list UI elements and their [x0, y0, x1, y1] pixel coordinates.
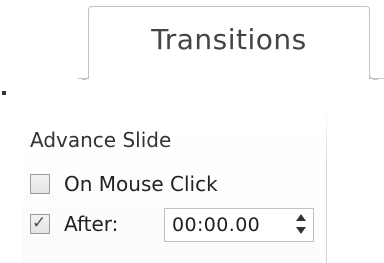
up-down-spinner-icon[interactable]	[293, 213, 309, 237]
edge-dot	[2, 91, 6, 95]
group-divider	[326, 110, 327, 263]
after-checkbox[interactable]: ✓	[30, 213, 50, 234]
after-time-spinner[interactable]: 00:00.00	[164, 208, 314, 242]
after-time-value[interactable]: 00:00.00	[172, 214, 260, 236]
spin-down-arrow-icon[interactable]	[296, 227, 306, 234]
spin-up-arrow-icon[interactable]	[296, 214, 306, 221]
checkmark-icon: ✓	[32, 213, 47, 233]
advance-slide-title: Advance Slide	[30, 128, 172, 152]
after-label: After:	[64, 212, 119, 236]
ribbon-tab-strip: Transitions	[0, 0, 384, 100]
tab-transitions-label: Transitions	[151, 23, 307, 56]
tab-corner-right	[369, 60, 378, 80]
on-mouse-click-label: On Mouse Click	[64, 172, 218, 196]
on-mouse-click-checkbox[interactable]	[30, 174, 50, 194]
on-mouse-click-option[interactable]: On Mouse Click	[30, 166, 218, 202]
tab-transitions[interactable]: Transitions	[88, 6, 370, 79]
after-option[interactable]: ✓ After:	[30, 206, 118, 242]
